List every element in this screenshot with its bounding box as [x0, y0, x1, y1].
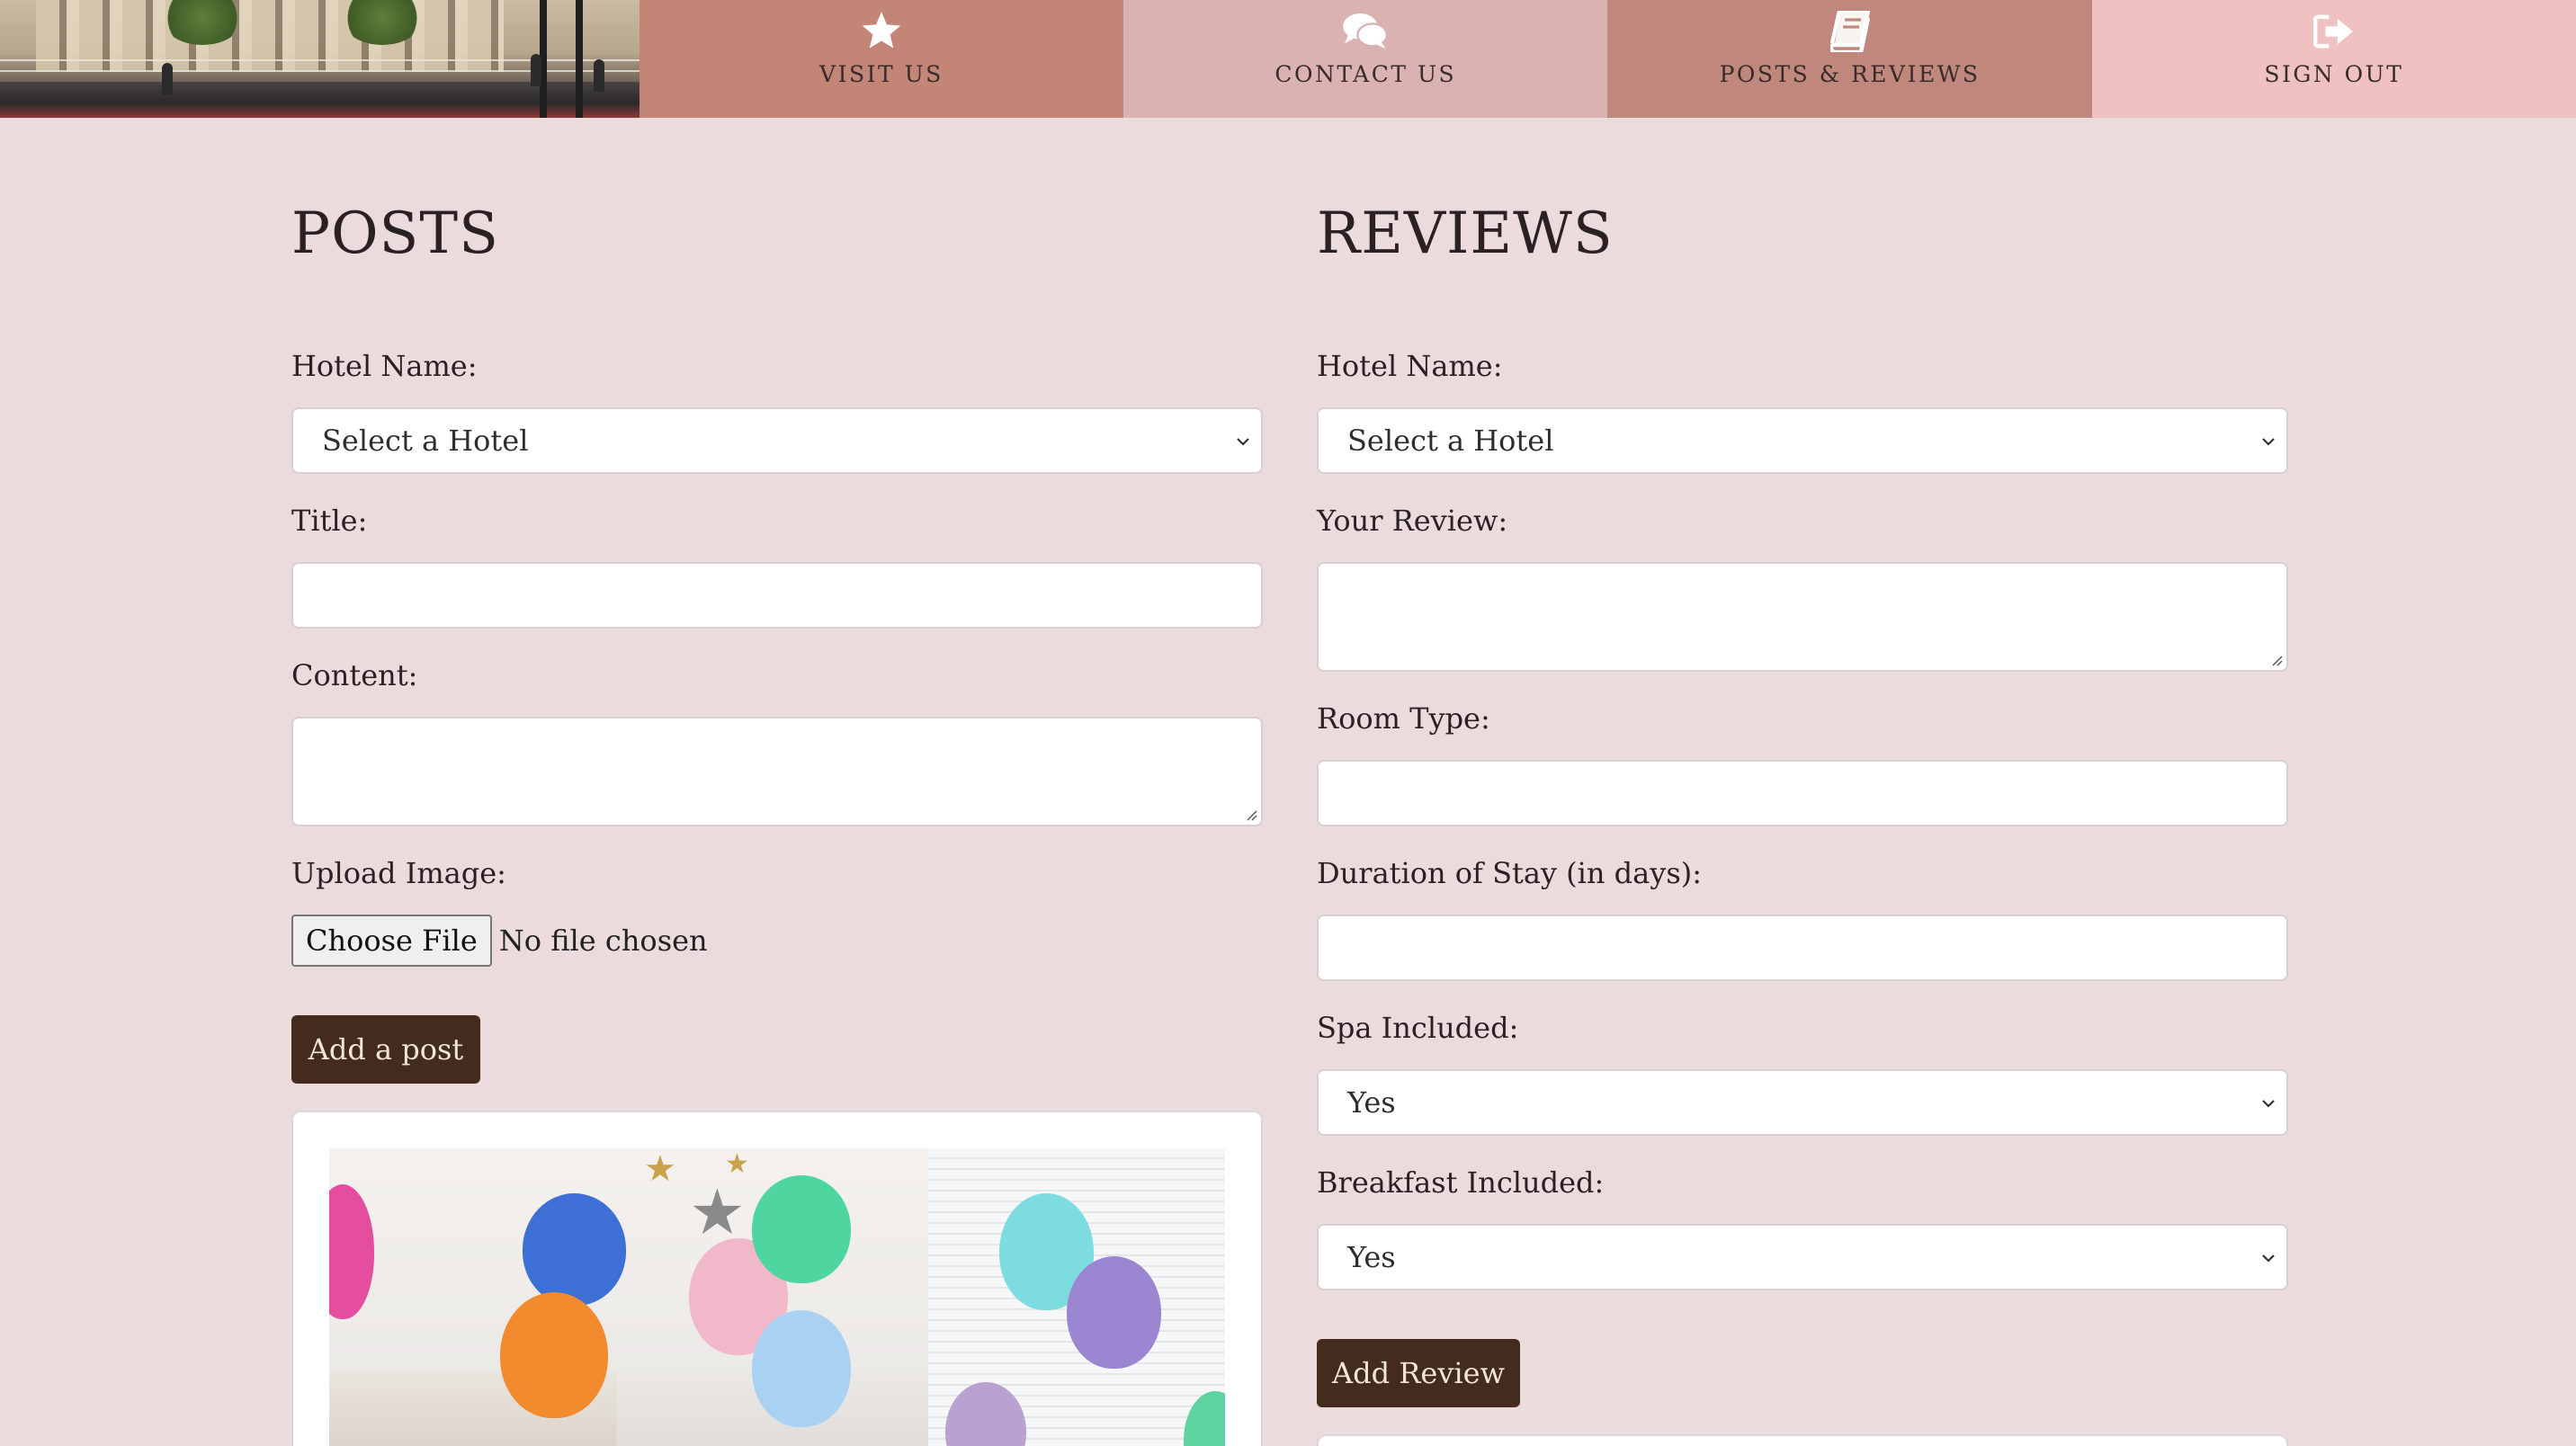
add-review-button[interactable]: Add Review	[1317, 1339, 1520, 1407]
review-card	[1317, 1434, 2288, 1446]
nav-contact-us-label: CONTACT US	[1275, 61, 1457, 87]
hotel-street-photo	[0, 0, 640, 118]
reviews-hotel-select[interactable]: Select a Hotel	[1317, 407, 2288, 474]
nav-sign-out[interactable]: SIGN OUT	[2091, 0, 2576, 118]
reviews-review-textarea[interactable]	[1317, 562, 2288, 672]
chevron-down-icon	[2262, 1100, 2275, 1108]
reviews-title: REVIEWS	[1317, 201, 1614, 267]
nav-contact-us[interactable]: CONTACT US	[1123, 0, 1608, 118]
posts-content-textarea[interactable]	[291, 717, 1263, 826]
nav-posts-reviews-label: POSTS & REVIEWS	[1719, 61, 1981, 87]
posts-hotel-label: Hotel Name:	[291, 349, 478, 383]
posts-content-label: Content:	[291, 658, 418, 692]
book-icon	[1829, 9, 1870, 54]
reviews-room-input[interactable]	[1317, 760, 2288, 826]
reviews-room-label: Room Type:	[1317, 701, 1490, 736]
post-card: ★ ★ ★	[291, 1111, 1263, 1446]
posts-file-input: Choose File No file chosen	[291, 915, 708, 967]
resize-grip-icon[interactable]	[2270, 654, 2283, 666]
posts-title: POSTS	[291, 201, 499, 267]
sign-out-icon	[2312, 9, 2355, 54]
reviews-duration-input[interactable]	[1317, 915, 2288, 981]
posts-title-label: Title:	[291, 504, 368, 538]
add-post-button[interactable]: Add a post	[291, 1015, 480, 1084]
reviews-breakfast-select-value: Yes	[1347, 1240, 1396, 1274]
star-icon	[861, 9, 902, 54]
chevron-down-icon	[2262, 1254, 2275, 1263]
posts-hotel-select[interactable]: Select a Hotel	[291, 407, 1263, 474]
reviews-breakfast-select[interactable]: Yes	[1317, 1224, 2288, 1290]
reviews-duration-label: Duration of Stay (in days):	[1317, 856, 1702, 890]
nav-visit-us[interactable]: VISIT US	[639, 0, 1124, 118]
chevron-down-icon	[1237, 438, 1249, 446]
posts-title-input[interactable]	[291, 562, 1263, 629]
reviews-breakfast-label: Breakfast Included:	[1317, 1165, 1605, 1200]
nav-sign-out-label: SIGN OUT	[2264, 61, 2404, 87]
posts-hotel-select-value: Select a Hotel	[322, 424, 529, 458]
post-image: ★ ★ ★	[329, 1148, 1225, 1446]
reviews-spa-label: Spa Included:	[1317, 1011, 1519, 1045]
nav-visit-us-label: VISIT US	[819, 61, 944, 87]
reviews-hotel-select-value: Select a Hotel	[1347, 424, 1554, 458]
chat-bubbles-icon	[1343, 9, 1389, 54]
reviews-spa-select-value: Yes	[1347, 1085, 1396, 1120]
reviews-review-label: Your Review:	[1317, 504, 1508, 538]
chevron-down-icon	[2262, 438, 2275, 446]
nav-posts-reviews[interactable]: POSTS & REVIEWS	[1607, 0, 2092, 118]
top-navbar: VISIT US CONTACT US POSTS & REVIEWS SIGN…	[0, 0, 2576, 118]
resize-grip-icon[interactable]	[1245, 808, 1257, 821]
posts-upload-label: Upload Image:	[291, 856, 506, 890]
reviews-hotel-label: Hotel Name:	[1317, 349, 1503, 383]
reviews-spa-select[interactable]: Yes	[1317, 1069, 2288, 1136]
choose-file-button[interactable]: Choose File	[291, 915, 492, 967]
file-status-text: No file chosen	[498, 924, 708, 958]
